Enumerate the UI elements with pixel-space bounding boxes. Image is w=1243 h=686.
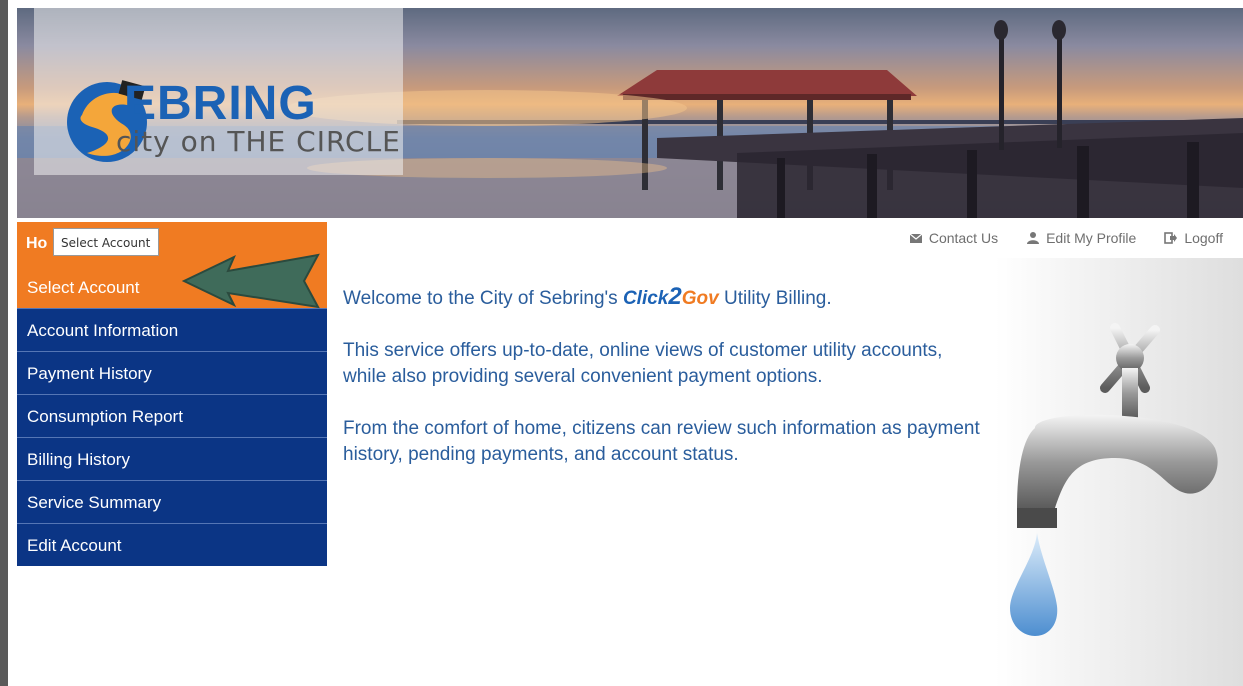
logoff-label: Logoff xyxy=(1184,230,1223,246)
sidebar-item-edit-account[interactable]: Edit Account xyxy=(17,523,327,566)
user-icon xyxy=(1027,232,1040,244)
brand-click: Click xyxy=(622,288,669,309)
welcome-heading: Welcome to the City of Sebring's Click2G… xyxy=(343,284,983,312)
left-border xyxy=(0,0,8,686)
faucet-icon xyxy=(1010,323,1218,636)
service-paragraph: This service offers up-to-date, online v… xyxy=(343,340,943,387)
sidebar-item-account-information[interactable]: Account Information xyxy=(17,308,327,351)
annotation-arrow xyxy=(182,253,320,309)
edit-my-profile-label: Edit My Profile xyxy=(1046,230,1137,246)
welcome-content: Welcome to the City of Sebring's Click2G… xyxy=(343,284,983,494)
envelope-icon xyxy=(909,233,923,243)
sidebar-item-service-summary[interactable]: Service Summary xyxy=(17,480,327,523)
faucet-panel xyxy=(995,258,1243,686)
welcome-prefix: Welcome to the City of Sebring's xyxy=(343,288,623,309)
sidebar-item-billing-history[interactable]: Billing History xyxy=(17,437,327,480)
contact-us-link[interactable]: Contact Us xyxy=(909,230,998,246)
sidebar-item-consumption-report[interactable]: Consumption Report xyxy=(17,394,327,437)
welcome-suffix: Utility Billing. xyxy=(718,288,832,309)
sidebar-item-payment-history[interactable]: Payment History xyxy=(17,351,327,394)
tooltip: Select Account xyxy=(53,228,159,256)
brand-2: 2 xyxy=(668,283,682,310)
edit-my-profile-link[interactable]: Edit My Profile xyxy=(1026,230,1136,246)
contact-us-label: Contact Us xyxy=(928,230,999,246)
page: EBRING city on THE CIRCLE Ho Select Acco… xyxy=(0,0,1243,686)
logo-wordmark: EBRING xyxy=(124,77,317,130)
sidebar-home-label: Ho xyxy=(26,235,48,252)
top-links: Contact Us Edit My Profile Logoff xyxy=(909,230,1223,246)
brand-gov: Gov xyxy=(681,288,719,309)
logoff-link[interactable]: Logoff xyxy=(1164,230,1223,246)
logoff-icon xyxy=(1164,232,1178,244)
logo-tagline: city on THE CIRCLE xyxy=(116,125,401,158)
comfort-paragraph: From the comfort of home, citizens can r… xyxy=(343,418,980,465)
